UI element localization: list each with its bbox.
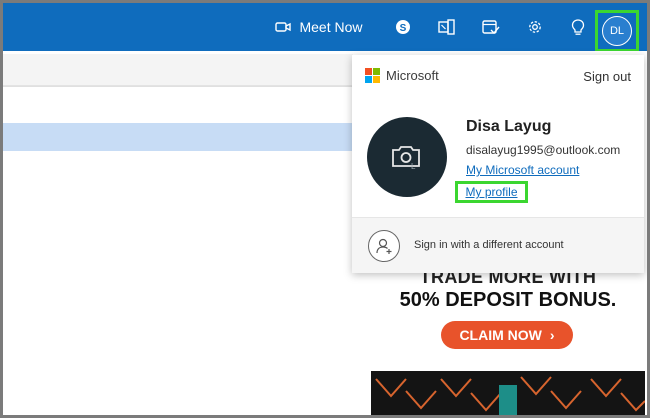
my-microsoft-account-link[interactable]: My Microsoft account xyxy=(466,163,579,177)
skype-button[interactable]: S xyxy=(389,3,417,51)
account-manager-button[interactable]: DL xyxy=(595,10,639,52)
video-camera-icon xyxy=(275,22,292,32)
profile-photo[interactable]: L xyxy=(367,117,447,197)
microsoft-logo-icon xyxy=(365,68,380,83)
microsoft-logo: Microsoft xyxy=(365,68,439,83)
lightbulb-icon xyxy=(571,18,585,35)
avatar-initials: DL xyxy=(602,16,632,46)
selected-message-row[interactable] xyxy=(3,123,353,151)
settings-button[interactable] xyxy=(521,3,549,51)
office-apps-button[interactable] xyxy=(433,3,461,51)
my-profile-label: My profile xyxy=(465,185,518,199)
ad-graphic xyxy=(371,371,645,415)
microsoft-brand-label: Microsoft xyxy=(386,68,439,83)
toolbar-row xyxy=(3,54,353,86)
add-person-icon xyxy=(368,230,400,262)
sign-in-different-account-label: Sign in with a different account xyxy=(414,239,564,251)
user-email: disalayug1995@outlook.com xyxy=(466,143,621,157)
divider xyxy=(3,86,353,87)
office-icon xyxy=(438,19,455,35)
top-bar: Meet Now S DL xyxy=(3,3,647,52)
claim-now-button[interactable]: CLAIM NOW › xyxy=(441,321,573,349)
meet-now-label: Meet Now xyxy=(299,19,363,35)
ad-subheadline: 50% DEPOSIT BONUS. xyxy=(399,289,617,311)
user-display-name: Disa Layug xyxy=(466,118,552,135)
sign-out-link[interactable]: Sign out xyxy=(583,69,631,84)
my-day-button[interactable] xyxy=(477,3,505,51)
tips-button[interactable] xyxy=(564,3,592,51)
account-flyout: Microsoft Sign out L Disa Layug disalayu… xyxy=(352,55,644,273)
advertisement[interactable]: TRADE MORE WITH 50% DEPOSIT BONUS. CLAIM… xyxy=(371,265,645,415)
svg-text:L: L xyxy=(411,162,416,170)
claim-now-label: CLAIM NOW xyxy=(459,327,542,343)
gear-icon xyxy=(529,21,541,33)
skype-icon: S xyxy=(396,20,410,34)
my-profile-link[interactable]: My profile xyxy=(455,181,528,203)
sign-in-different-account[interactable]: Sign in with a different account xyxy=(352,217,644,273)
window-frame: Meet Now S DL TRADE MORE WITH 50% DEPOSI… xyxy=(0,0,650,418)
svg-text:S: S xyxy=(400,23,407,34)
chevron-right-icon: › xyxy=(549,327,555,343)
camera-icon: L xyxy=(392,146,420,170)
calendar-check-icon xyxy=(482,20,500,35)
meet-now-button[interactable]: Meet Now xyxy=(269,3,369,51)
